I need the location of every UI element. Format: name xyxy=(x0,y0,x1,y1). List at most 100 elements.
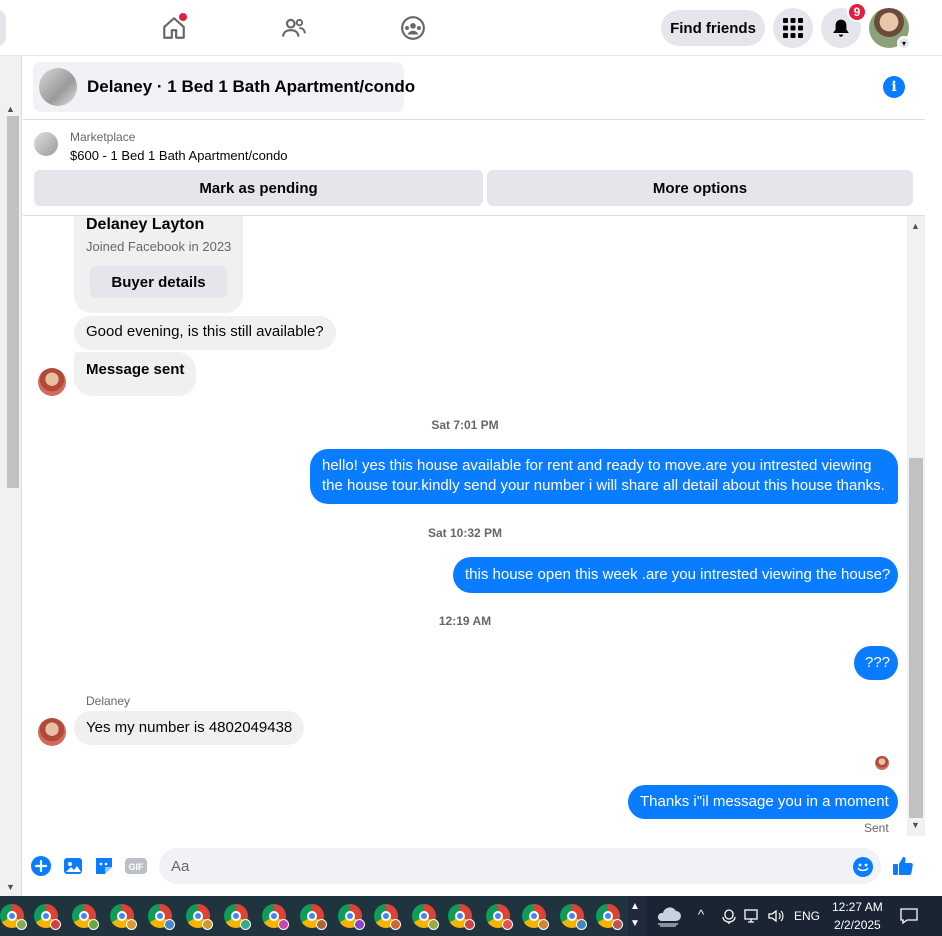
find-friends-button[interactable]: Find friends xyxy=(661,10,765,46)
weather-cloud-icon[interactable] xyxy=(654,905,682,927)
windows-taskbar: ▲ ▼ ^ ENG 12:27 AM 2/2/2025 xyxy=(0,896,942,936)
emoji-button[interactable] xyxy=(853,857,873,877)
message-outgoing[interactable]: this house open this week .are you intre… xyxy=(453,557,898,593)
chrome-icon[interactable] xyxy=(374,904,401,930)
sticker-icon xyxy=(96,858,112,874)
sender-avatar[interactable] xyxy=(38,718,66,746)
page-scroll-thumb[interactable] xyxy=(7,116,19,488)
grid-menu-icon xyxy=(783,18,803,38)
profile-badge-icon xyxy=(50,919,61,930)
message-composer: GIF xyxy=(23,840,925,892)
chrome-icon[interactable] xyxy=(448,904,475,930)
marketplace-label: Marketplace xyxy=(70,130,136,144)
chrome-icon[interactable] xyxy=(522,904,549,930)
message-outgoing[interactable]: ??? xyxy=(854,646,898,680)
message-list[interactable]: Delaney Layton Joined Facebook in 2023 B… xyxy=(23,216,907,840)
more-actions-button[interactable] xyxy=(29,854,53,878)
tray-expand-icon[interactable]: ^ xyxy=(698,907,704,922)
message-incoming[interactable]: Message sent xyxy=(74,352,197,396)
conversation-title-button[interactable]: Delaney · 1 Bed 1 Bath Apartment/condo xyxy=(33,62,415,112)
profile-badge-icon xyxy=(240,919,251,930)
listing-title[interactable]: $600 - 1 Bed 1 Bath Apartment/condo xyxy=(70,148,288,163)
buyer-name: Delaney Layton xyxy=(86,216,205,233)
profile-badge-icon xyxy=(464,919,475,930)
menu-button[interactable] xyxy=(773,8,813,48)
scroll-up-arrow-icon[interactable]: ▲ xyxy=(911,221,920,231)
profile-badge-icon xyxy=(538,919,549,930)
page-scrollbar[interactable]: ▲ ▼ xyxy=(0,56,22,896)
chrome-icon[interactable] xyxy=(72,904,99,930)
chrome-icon[interactable] xyxy=(110,904,137,930)
chrome-icon[interactable] xyxy=(338,904,365,930)
taskbar-overflow-arrows-icon[interactable]: ▲ ▼ xyxy=(630,898,640,932)
attach-photo-button[interactable] xyxy=(61,854,85,878)
taskbar-apps xyxy=(0,896,628,936)
account-avatar[interactable]: ▾ xyxy=(869,8,911,50)
gif-button[interactable]: GIF xyxy=(124,854,148,878)
like-button[interactable] xyxy=(891,854,915,878)
home-tab[interactable] xyxy=(156,10,192,46)
chrome-icon[interactable] xyxy=(34,904,61,930)
profile-badge-icon xyxy=(88,919,99,930)
language-indicator[interactable]: ENG xyxy=(794,909,820,923)
chrome-icon[interactable] xyxy=(412,904,439,930)
profile-badge-icon xyxy=(354,919,365,930)
buyer-joined-text: Joined Facebook in 2023 xyxy=(86,239,232,254)
more-options-button[interactable]: More options xyxy=(487,170,913,206)
volume-icon[interactable] xyxy=(767,908,785,924)
notifications-button[interactable]: 9 xyxy=(821,2,867,48)
marketplace-listing-bar: Marketplace $600 - 1 Bed 1 Bath Apartmen… xyxy=(23,120,925,216)
scroll-down-arrow-icon[interactable]: ▼ xyxy=(911,820,920,830)
friends-tab[interactable] xyxy=(276,10,312,46)
message-outgoing[interactable]: Thanks i"il message you in a moment xyxy=(628,785,898,819)
timestamp: 12:19 AM xyxy=(438,614,492,628)
chrome-icon[interactable] xyxy=(0,904,27,930)
network-icon[interactable] xyxy=(744,908,760,924)
info-icon[interactable]: i xyxy=(883,76,905,98)
profile-badge-icon xyxy=(164,919,175,930)
chat-scrollbar[interactable]: ▲ ▼ xyxy=(907,216,925,836)
bell-icon xyxy=(833,19,849,37)
listing-thumbnail xyxy=(39,68,77,106)
timestamp: Sat 7:01 PM xyxy=(431,418,499,432)
search-pill-edge[interactable] xyxy=(0,10,6,46)
scroll-up-arrow-icon[interactable]: ▲ xyxy=(6,104,15,114)
smiley-icon xyxy=(857,863,869,872)
chrome-icon[interactable] xyxy=(300,904,327,930)
chrome-icon[interactable] xyxy=(186,904,213,930)
profile-badge-icon xyxy=(612,919,623,930)
meet-now-icon[interactable] xyxy=(722,908,736,924)
chrome-icon[interactable] xyxy=(486,904,513,930)
buyer-details-button[interactable]: Buyer details xyxy=(90,266,227,298)
scroll-down-arrow-icon[interactable]: ▼ xyxy=(6,882,15,892)
profile-badge-icon xyxy=(278,919,289,930)
clock-date[interactable]: 2/2/2025 xyxy=(834,918,881,932)
mark-as-pending-button[interactable]: Mark as pending xyxy=(34,170,483,206)
profile-badge-icon xyxy=(502,919,513,930)
profile-badge-icon xyxy=(390,919,401,930)
chrome-icon[interactable] xyxy=(560,904,587,930)
home-notification-dot xyxy=(178,12,188,22)
chrome-icon[interactable] xyxy=(262,904,289,930)
notification-count-badge: 9 xyxy=(847,2,867,22)
notification-center-icon[interactable] xyxy=(900,907,918,925)
sender-avatar[interactable] xyxy=(38,368,66,396)
message-outgoing[interactable]: hello! yes this house available for rent… xyxy=(310,449,898,504)
buyer-info-card: Delaney Layton Joined Facebook in 2023 B… xyxy=(74,216,243,313)
sticker-button[interactable] xyxy=(92,854,116,878)
message-input[interactable] xyxy=(159,848,881,884)
message-line: hello! yes this house available for rent… xyxy=(322,457,872,474)
message-incoming[interactable]: Good evening, is this still available? xyxy=(74,316,336,350)
clock-time[interactable]: 12:27 AM xyxy=(832,900,883,914)
groups-tab[interactable] xyxy=(395,10,431,46)
system-tray: ^ ENG 12:27 AM 2/2/2025 xyxy=(646,896,942,936)
message-incoming[interactable]: Yes my number is 4802049438 xyxy=(74,711,305,745)
chrome-icon[interactable] xyxy=(148,904,175,930)
chat-scroll-thumb[interactable] xyxy=(909,458,923,818)
chrome-icon[interactable] xyxy=(224,904,251,930)
profile-badge-icon xyxy=(16,919,27,930)
profile-badge-icon xyxy=(126,919,137,930)
profile-badge-icon xyxy=(316,919,327,930)
chrome-icon[interactable] xyxy=(596,904,623,930)
profile-badge-icon xyxy=(428,919,439,930)
